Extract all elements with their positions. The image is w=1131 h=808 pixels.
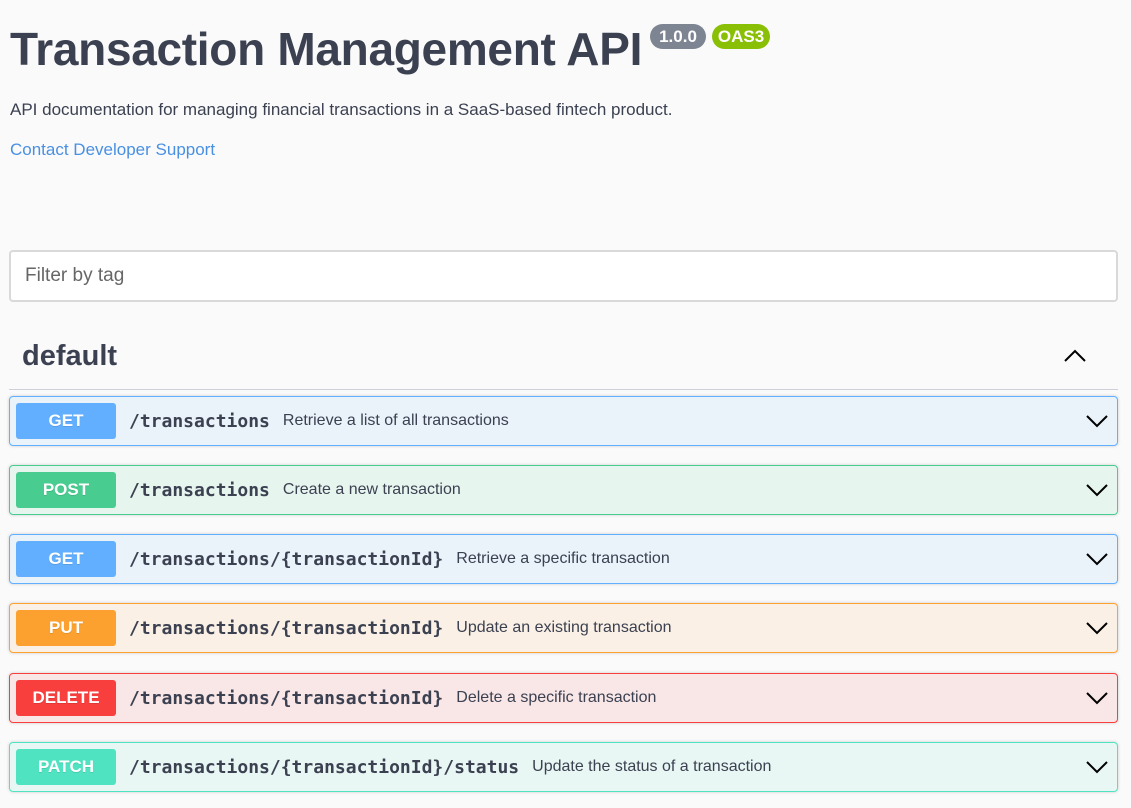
- api-title-row: Transaction Management API 1.0.0 OAS3: [10, 22, 771, 77]
- operation-path: /transactions/{transactionId}: [129, 548, 444, 570]
- operation-path: /transactions: [129, 410, 270, 432]
- operation-delete-transaction-by-id[interactable]: DELETE /transactions/{transactionId} Del…: [9, 673, 1118, 723]
- tag-name: default: [22, 340, 118, 372]
- operation-path: /transactions/{transactionId}/status: [129, 756, 520, 778]
- chevron-down-icon[interactable]: [1085, 758, 1109, 776]
- operation-summary: Update the status of a transaction: [532, 758, 772, 775]
- operation-summary: Delete a specific transaction: [456, 689, 657, 706]
- chevron-down-icon[interactable]: [1085, 412, 1109, 430]
- api-description: API documentation for managing financial…: [10, 100, 673, 119]
- chevron-down-icon[interactable]: [1085, 619, 1109, 637]
- operation-summary: Retrieve a list of all transactions: [282, 412, 509, 429]
- operation-summary: Retrieve a specific transaction: [456, 550, 670, 567]
- operation-put-transaction-by-id[interactable]: PUT /transactions/{transactionId} Update…: [9, 603, 1118, 653]
- operation-summary: Create a new transaction: [282, 481, 461, 498]
- chevron-down-icon[interactable]: [1085, 550, 1109, 568]
- tag-section-default[interactable]: default: [9, 330, 1118, 390]
- operation-patch-transaction-status[interactable]: PATCH /transactions/{transactionId}/stat…: [9, 742, 1118, 792]
- oas-badge: OAS3: [711, 24, 771, 49]
- swagger-ui-page: Transaction Management API 1.0.0 OAS3 AP…: [0, 0, 1131, 808]
- method-badge: PUT: [16, 610, 116, 646]
- operation-path: /transactions: [129, 479, 270, 501]
- method-badge: DELETE: [16, 680, 116, 716]
- chevron-up-icon[interactable]: [1062, 346, 1088, 366]
- contact-developer-support-link[interactable]: Contact Developer Support: [10, 140, 215, 160]
- filter-by-tag-input[interactable]: [9, 250, 1118, 302]
- chevron-down-icon[interactable]: [1085, 689, 1109, 707]
- api-title: Transaction Management API: [10, 23, 643, 75]
- method-badge: GET: [16, 403, 116, 439]
- chevron-down-icon[interactable]: [1085, 481, 1109, 499]
- method-badge: PATCH: [16, 749, 116, 785]
- operation-get-transaction-by-id[interactable]: GET /transactions/{transactionId} Retrie…: [9, 534, 1118, 584]
- method-badge: GET: [16, 541, 116, 577]
- version-badge: 1.0.0: [650, 24, 706, 49]
- operation-summary: Update an existing transaction: [456, 619, 672, 636]
- operation-path: /transactions/{transactionId}: [129, 617, 444, 639]
- operation-path: /transactions/{transactionId}: [129, 687, 444, 709]
- operation-post-transactions[interactable]: POST /transactions Create a new transact…: [9, 465, 1118, 515]
- method-badge: POST: [16, 472, 116, 508]
- operation-get-transactions[interactable]: GET /transactions Retrieve a list of all…: [9, 396, 1118, 446]
